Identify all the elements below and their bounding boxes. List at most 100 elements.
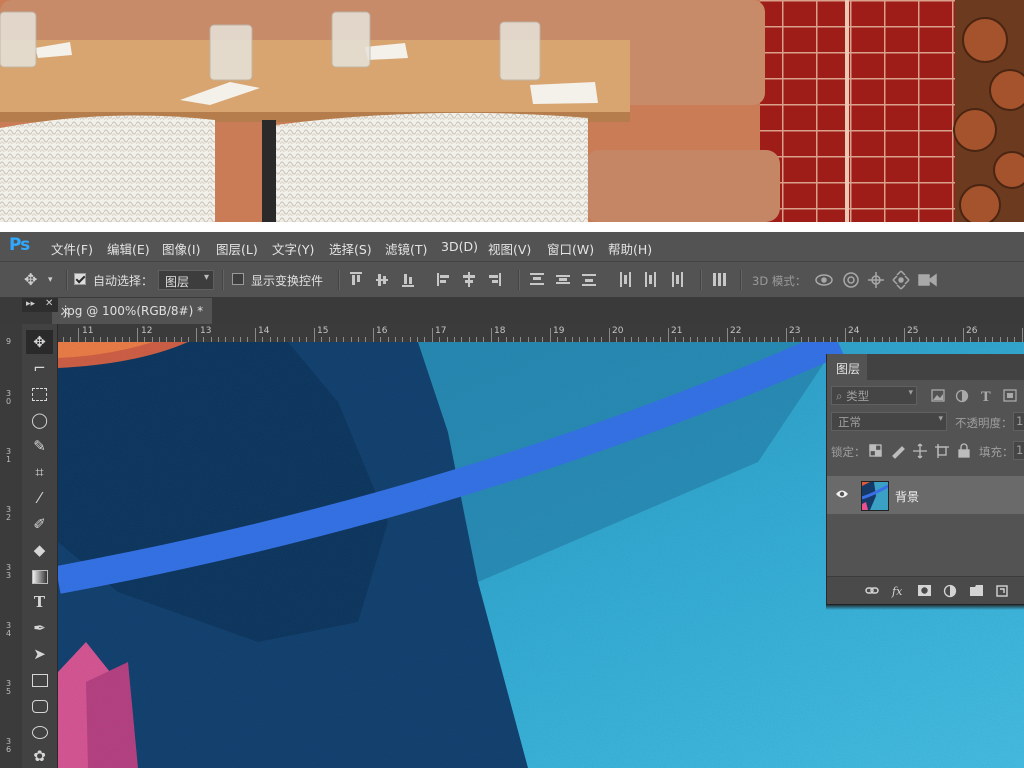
ruler-label: 3 6	[6, 737, 12, 754]
ruler-tick	[1022, 328, 1023, 342]
document-tab-title: .jpg @ 100%(RGB/8#) *	[60, 304, 204, 318]
ruler-label: 12	[141, 326, 153, 336]
ruler-label: 23	[789, 326, 801, 336]
collapse-arrows-icon[interactable]: ▸▸	[26, 299, 35, 309]
menu-3d[interactable]: 3D(D)	[441, 239, 478, 254]
rounded-rectangle-tool-icon[interactable]	[26, 694, 53, 718]
eraser-tool-icon[interactable]: ◆	[26, 538, 53, 562]
path-selection-tool-icon[interactable]: ➤	[26, 642, 53, 666]
toolbar-collapse-grip[interactable]: ▸▸ ✕	[22, 298, 58, 312]
layer-name: 背景	[895, 490, 920, 504]
distribute-top-icon	[530, 273, 544, 285]
options-divider	[700, 270, 702, 290]
fx-icon: fx	[891, 585, 903, 598]
adjustment-filter-icon	[955, 389, 969, 403]
lock-transparent-icon	[869, 444, 882, 457]
blend-mode-dropdown[interactable]: 正常 ▾	[831, 412, 947, 431]
layers-panel-footer: fx	[827, 576, 1024, 605]
fill-field[interactable]: 10	[1013, 441, 1024, 460]
opacity-label: 不透明度：	[955, 416, 1013, 430]
tab-layers[interactable]: 图层	[827, 354, 867, 380]
pen-tool-icon[interactable]: ✒	[26, 616, 53, 640]
layer-filter-dropdown[interactable]: ⌕ 类型 ▾	[831, 386, 917, 405]
document-tab-bar: .jpg @ 100%(RGB/8#) * ×	[0, 298, 1024, 324]
custom-shape-tool-icon[interactable]: ✿	[26, 744, 53, 768]
menu-help[interactable]: 帮助(H)	[608, 239, 652, 258]
opacity-field[interactable]: 10	[1013, 412, 1024, 431]
auto-select-checkbox[interactable]	[74, 273, 86, 285]
gradient-tool-icon[interactable]	[26, 564, 53, 588]
align-icons-group	[350, 272, 501, 287]
ruler-tick	[78, 328, 79, 342]
show-transform-checkbox[interactable]	[232, 273, 244, 285]
auto-select-target-value: 图层	[165, 275, 190, 289]
options-divider	[338, 270, 340, 290]
layer-row[interactable]: 背景	[827, 476, 1024, 514]
menu-select[interactable]: 选择(S)	[329, 239, 372, 258]
close-icon[interactable]: ×	[60, 304, 70, 318]
3d-roll-icon	[843, 272, 859, 288]
horizontal-ruler: 11 12 13 14 15 16 17 18 19 20 21 22 23 2…	[58, 324, 1024, 343]
eye-icon[interactable]	[835, 489, 849, 499]
lasso-tool-icon[interactable]: ◯	[26, 408, 53, 432]
distribute-left-icon	[620, 272, 631, 287]
move-tool-icon[interactable]: ✥	[24, 270, 37, 289]
menu-type[interactable]: 文字(Y)	[272, 239, 314, 258]
vertical-ruler: 9 3 0 3 1 3 2 3 3 3 4 3 5 3 6	[0, 324, 23, 768]
layers-panel-tab-bar: 图层	[827, 354, 1024, 380]
menu-filter[interactable]: 滤镜(T)	[385, 239, 427, 258]
marquee-tool-icon[interactable]	[26, 382, 53, 406]
ruler-label: 9	[6, 337, 12, 346]
type-filter-icon: T	[981, 390, 991, 404]
restaurant-photo	[0, 0, 1024, 222]
crop-tool-icon[interactable]: ⌗	[26, 460, 53, 484]
menu-window[interactable]: 窗口(W)	[547, 239, 594, 258]
ruler-tick	[727, 328, 728, 342]
align-bottom-icon	[402, 274, 414, 287]
align-right-icon	[489, 273, 501, 286]
menu-edit[interactable]: 编辑(E)	[107, 239, 150, 258]
quick-select-tool-icon[interactable]: ✎	[26, 434, 53, 458]
options-divider	[222, 270, 224, 290]
chevron-down-icon: ▾	[938, 414, 943, 424]
ruler-tick	[609, 328, 610, 342]
document-tab[interactable]: .jpg @ 100%(RGB/8#) * ×	[52, 298, 212, 324]
auto-select-target-dropdown[interactable]: 图层 ▾	[158, 270, 214, 290]
brush-tool-icon[interactable]: ✐	[26, 512, 53, 536]
type-tool-icon[interactable]: T	[26, 590, 53, 614]
menu-layer[interactable]: 图层(L)	[216, 239, 258, 258]
ruler-tick	[137, 328, 138, 342]
menu-view[interactable]: 视图(V)	[488, 239, 531, 258]
3d-pan-icon	[868, 272, 884, 288]
ruler-label: 3 2	[6, 505, 12, 522]
lock-label: 锁定：	[831, 445, 866, 459]
svg-text:fx: fx	[891, 585, 903, 598]
tool-preset-chevron-icon[interactable]: ▾	[48, 275, 53, 285]
eyedropper-tool-icon[interactable]: ⁄	[26, 486, 53, 510]
ruler-tick	[786, 328, 787, 342]
artboard-tool-icon[interactable]: ⌐	[26, 356, 53, 380]
link-layers-icon	[865, 587, 879, 594]
options-divider	[66, 270, 68, 290]
svg-text:T: T	[981, 390, 991, 404]
chevron-down-icon: ▾	[908, 388, 913, 398]
menu-file[interactable]: 文件(F)	[51, 239, 93, 258]
ruler-label: 26	[966, 326, 978, 336]
layers-footer-icons: fx	[865, 584, 1008, 598]
close-icon[interactable]: ✕	[45, 298, 53, 309]
auto-align-icon[interactable]	[712, 271, 730, 289]
rectangle-tool-icon[interactable]	[26, 668, 53, 692]
distribute-icons-group	[530, 272, 683, 287]
opacity-value: 10	[1016, 414, 1024, 428]
3d-mode-icons-group	[815, 270, 937, 290]
ellipse-tool-icon[interactable]	[26, 720, 53, 744]
menu-image[interactable]: 图像(I)	[162, 239, 200, 258]
restaurant-photo-art	[0, 0, 1024, 222]
layer-mask-icon	[918, 585, 931, 596]
ruler-label: 11	[82, 326, 94, 336]
options-bar: ✥ ▾ 自动选择： 图层 ▾ 显示变换控件 3D 模式：	[0, 261, 1024, 298]
ruler-label: 3 1	[6, 447, 12, 464]
move-tool-icon[interactable]: ✥	[26, 330, 53, 354]
photo-separator	[0, 222, 1024, 232]
new-layer-icon	[996, 585, 1008, 597]
